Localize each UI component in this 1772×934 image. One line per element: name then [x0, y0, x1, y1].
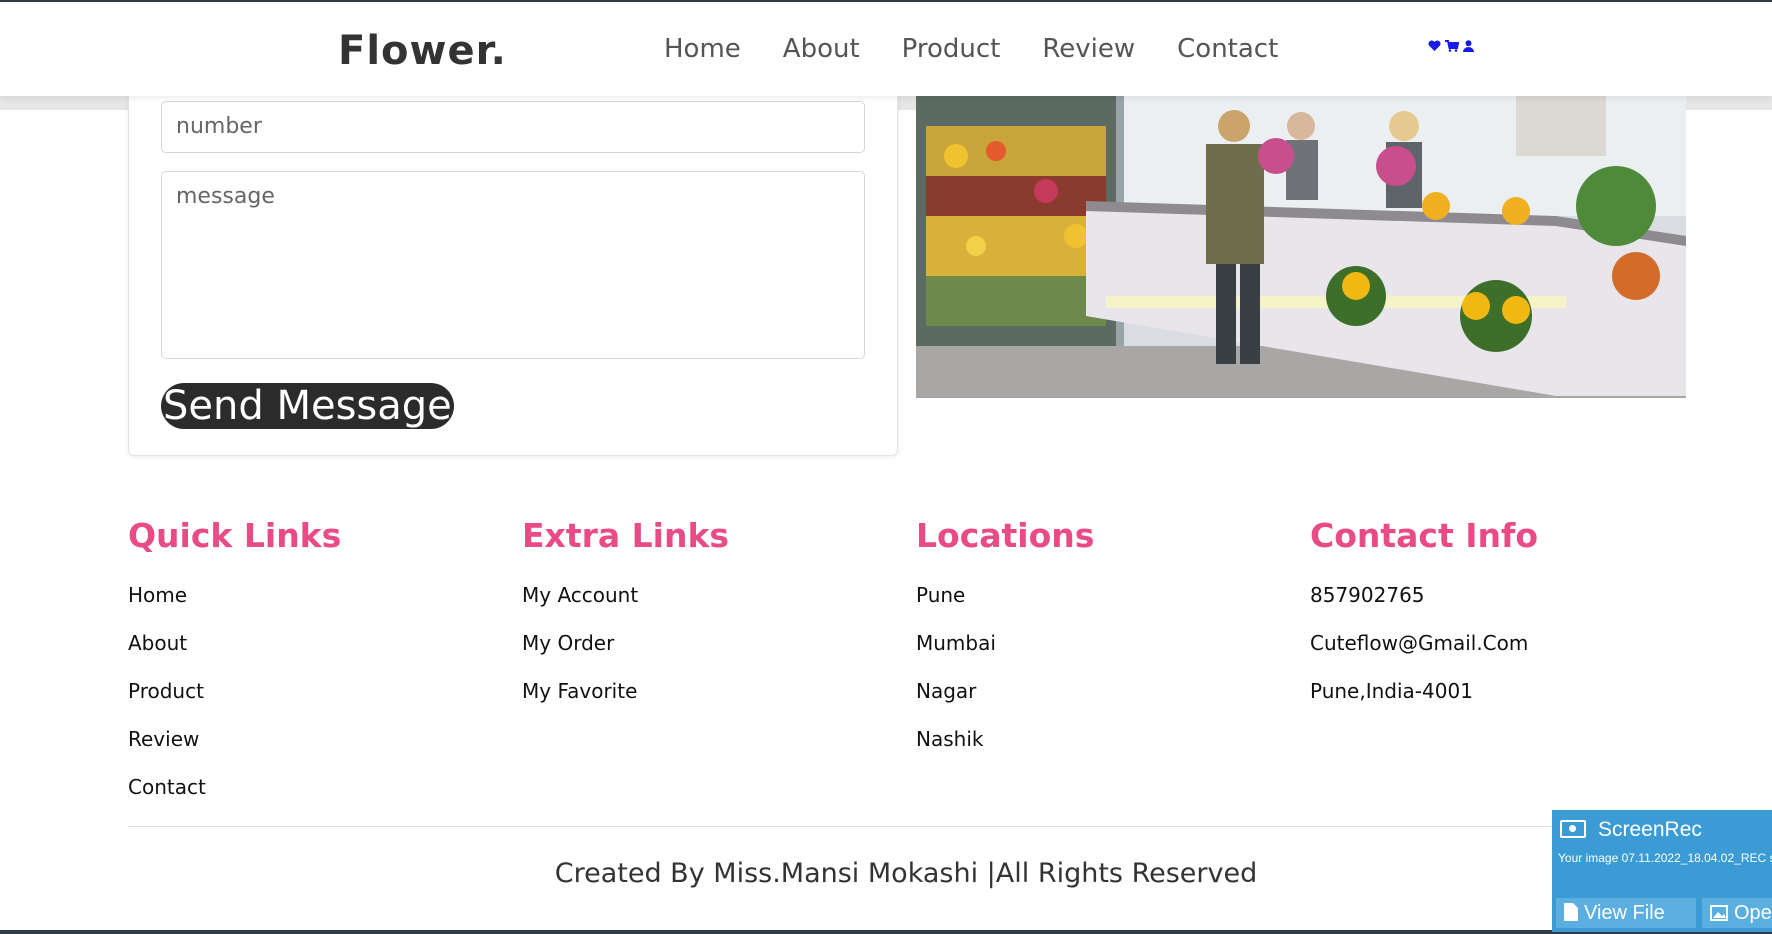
- location-mumbai[interactable]: Mumbai: [916, 623, 1094, 671]
- flower-shop-photo: [916, 96, 1686, 398]
- nav-home[interactable]: Home: [664, 34, 741, 64]
- view-file-label: View File: [1584, 902, 1665, 924]
- footer-link-my-account[interactable]: My Account: [522, 575, 729, 623]
- number-input[interactable]: number: [161, 101, 865, 153]
- nav-review[interactable]: Review: [1042, 34, 1135, 64]
- open-label: Open: [1734, 902, 1772, 924]
- footer-link-review[interactable]: Review: [128, 719, 341, 767]
- site-header: Flower. Home About Product Review Contac…: [0, 2, 1772, 96]
- contact-address: Pune,India-4001: [1310, 679, 1473, 703]
- send-message-button[interactable]: Send Message: [161, 383, 454, 429]
- location-nashik[interactable]: Nashik: [916, 719, 1094, 767]
- contact-email[interactable]: Cuteflow@Gmail.Com: [1310, 623, 1538, 671]
- screenrec-notification: ScreenRec Your image 07.11.2022_18.04.02…: [1552, 810, 1772, 932]
- location-pune[interactable]: Pune: [916, 575, 1094, 623]
- message-textarea[interactable]: message: [161, 171, 865, 359]
- contact-phone[interactable]: 857902765: [1310, 575, 1538, 623]
- popup-message: Your image 07.11.2022_18.04.02_REC saved…: [1558, 851, 1772, 865]
- footer-link-home[interactable]: Home: [128, 575, 341, 623]
- view-file-button[interactable]: View File: [1556, 898, 1696, 928]
- bottom-border: [0, 930, 1772, 934]
- footer-link-my-order[interactable]: My Order: [522, 623, 729, 671]
- nav-about[interactable]: About: [783, 34, 860, 64]
- open-button[interactable]: Open: [1702, 898, 1772, 928]
- footer-heading-locations: Locations: [916, 516, 1095, 555]
- heart-icon[interactable]: [1428, 40, 1441, 55]
- header-icons: [1428, 40, 1474, 55]
- main-nav: Home About Product Review Contact: [664, 34, 1278, 64]
- user-icon[interactable]: [1463, 40, 1474, 55]
- footer-contact-info: Contact Info 857902765 Cuteflow@Gmail.Co…: [1310, 516, 1538, 719]
- footer-link-my-favorite[interactable]: My Favorite: [522, 671, 729, 719]
- nav-product[interactable]: Product: [902, 34, 1001, 64]
- footer-divider: [128, 826, 1688, 827]
- footer-heading-quick-links: Quick Links: [128, 516, 342, 555]
- footer-heading-extra-links: Extra Links: [522, 516, 730, 555]
- footer-link-product[interactable]: Product: [128, 671, 341, 719]
- logo[interactable]: Flower.: [338, 28, 507, 74]
- file-icon: [1564, 903, 1578, 921]
- cart-icon[interactable]: [1445, 40, 1460, 55]
- footer-credit: Created By Miss.Mansi Mokashi |All Right…: [554, 858, 1258, 889]
- image-icon: [1710, 905, 1728, 921]
- nav-contact[interactable]: Contact: [1177, 34, 1278, 64]
- popup-title: ScreenRec: [1598, 818, 1702, 841]
- contact-form: number message Send Message: [128, 80, 898, 456]
- footer-quick-links: Quick Links Home About Product Review Co…: [128, 516, 341, 815]
- screen-icon: [1560, 820, 1586, 838]
- footer-link-about[interactable]: About: [128, 623, 341, 671]
- footer-extra-links: Extra Links My Account My Order My Favor…: [522, 516, 729, 719]
- location-nagar[interactable]: Nagar: [916, 671, 1094, 719]
- footer-link-contact[interactable]: Contact: [128, 767, 341, 815]
- footer-locations: Locations Pune Mumbai Nagar Nashik: [916, 516, 1094, 767]
- footer-heading-contact-info: Contact Info: [1310, 516, 1539, 555]
